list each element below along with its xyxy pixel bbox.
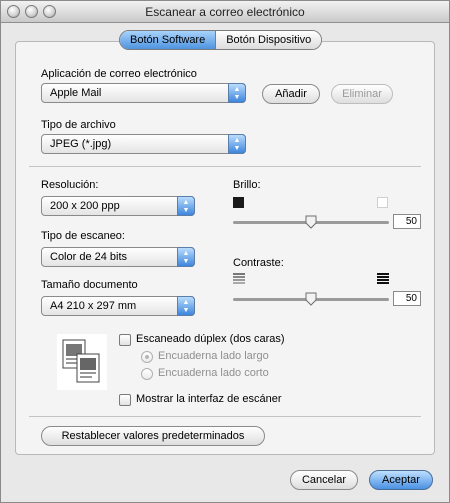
popup-arrows-icon: ▲ ▼ xyxy=(177,296,195,316)
popup-arrows-icon: ▲ ▼ xyxy=(177,247,195,267)
remove-button[interactable]: Eliminar xyxy=(331,84,393,104)
scan-to-email-dialog: Escanear a correo electrónico Botón Soft… xyxy=(0,0,450,503)
tab-device-button[interactable]: Botón Dispositivo xyxy=(216,31,322,49)
contrast-value-field[interactable]: 50 xyxy=(393,291,421,306)
divider xyxy=(29,166,421,167)
duplex-pages-icon xyxy=(57,334,107,390)
email-app-label: Aplicación de correo electrónico xyxy=(41,68,197,80)
doc-size-popup[interactable]: A4 210 x 297 mm ▲ ▼ xyxy=(41,296,195,316)
file-type-value: JPEG (*.jpg) xyxy=(50,138,112,150)
dark-swatch-icon xyxy=(233,197,244,208)
low-contrast-icon xyxy=(233,273,245,284)
scan-type-label: Tipo de escaneo: xyxy=(41,230,125,242)
radio-dot-icon xyxy=(145,355,149,359)
accept-button[interactable]: Aceptar xyxy=(369,470,433,490)
window-title: Escanear a correo electrónico xyxy=(145,5,305,19)
duplex-checkbox[interactable] xyxy=(119,334,131,346)
brightness-slider-thumb[interactable] xyxy=(305,215,317,229)
scan-type-value: Color de 24 bits xyxy=(50,251,128,263)
scan-type-popup[interactable]: Color de 24 bits ▲ ▼ xyxy=(41,247,195,267)
short-edge-label: Encuaderna lado corto xyxy=(158,367,269,379)
tab-bar: Botón Software Botón Dispositivo xyxy=(119,30,323,50)
tab-software-button[interactable]: Botón Software xyxy=(120,31,216,49)
file-type-label: Tipo de archivo xyxy=(41,119,116,131)
file-type-popup[interactable]: JPEG (*.jpg) ▲ ▼ xyxy=(41,134,246,154)
reset-defaults-button[interactable]: Restablecer valores predeterminados xyxy=(41,426,265,446)
short-edge-radio[interactable] xyxy=(141,368,153,380)
divider xyxy=(29,416,421,417)
brightness-value-field[interactable]: 50 xyxy=(393,214,421,229)
contrast-label: Contraste: xyxy=(233,257,284,269)
title-bar[interactable]: Escanear a correo electrónico xyxy=(1,1,449,23)
high-contrast-icon xyxy=(377,273,389,284)
contrast-slider-thumb[interactable] xyxy=(305,292,317,306)
doc-size-value: A4 210 x 297 mm xyxy=(50,300,137,312)
popup-arrows-icon: ▲ ▼ xyxy=(177,196,195,216)
cancel-button[interactable]: Cancelar xyxy=(290,470,358,490)
email-app-value: Apple Mail xyxy=(50,87,102,99)
popup-arrows-icon: ▲ ▼ xyxy=(228,134,246,154)
resolution-popup[interactable]: 200 x 200 ppp ▲ ▼ xyxy=(41,196,195,216)
long-edge-label: Encuaderna lado largo xyxy=(158,350,269,362)
add-button[interactable]: Añadir xyxy=(262,84,320,104)
show-scanner-ui-checkbox[interactable] xyxy=(119,394,131,406)
duplex-label: Escaneado dúplex (dos caras) xyxy=(136,333,285,345)
resolution-value: 200 x 200 ppp xyxy=(50,200,120,212)
popup-arrows-icon: ▲ ▼ xyxy=(228,83,246,103)
email-app-popup[interactable]: Apple Mail ▲ ▼ xyxy=(41,83,246,103)
resolution-label: Resolución: xyxy=(41,179,99,191)
show-scanner-ui-label: Mostrar la interfaz de escáner xyxy=(136,393,282,405)
light-swatch-icon xyxy=(377,197,388,208)
doc-size-label: Tamaño documento xyxy=(41,279,138,291)
long-edge-radio[interactable] xyxy=(141,351,153,363)
brightness-label: Brillo: xyxy=(233,179,261,191)
